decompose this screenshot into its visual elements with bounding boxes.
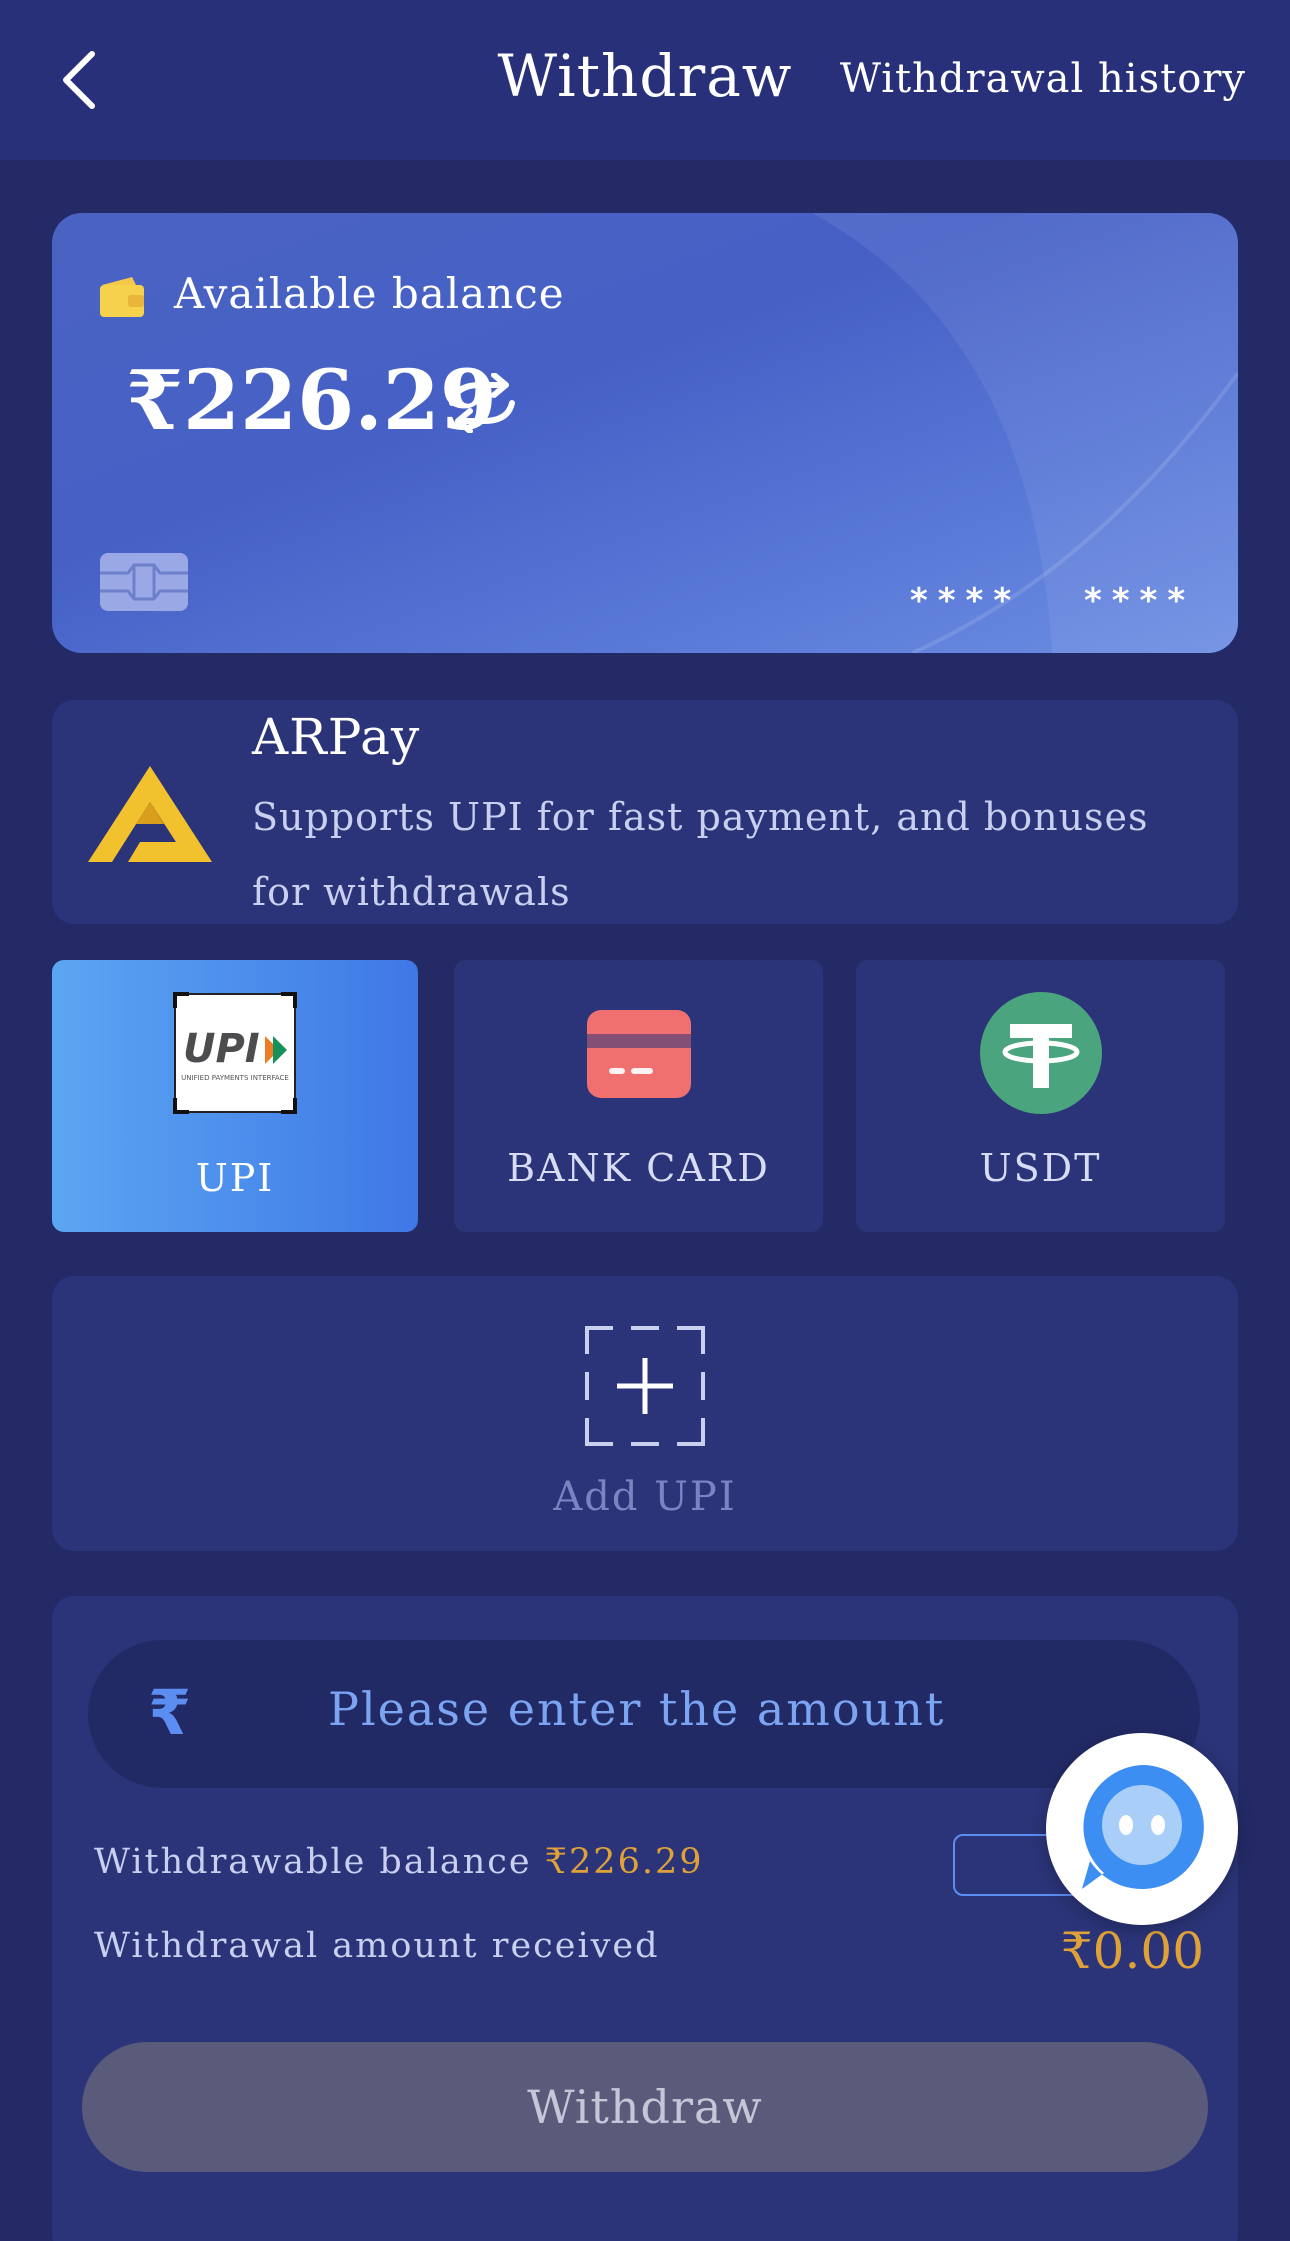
add-icon (585, 1326, 705, 1446)
method-tab-bank-card[interactable]: BANK CARD (454, 960, 823, 1232)
received-amount-value: ₹0.00 (1060, 1922, 1204, 1980)
masked-card-number: **** (910, 581, 1022, 621)
method-tab-upi[interactable]: UPI UNIFIED PAYMENTS INTERFACE UPI (52, 960, 418, 1232)
method-label-bank-card: BANK CARD (507, 1146, 770, 1190)
usdt-icon (979, 992, 1102, 1114)
add-upi-label: Add UPI (553, 1474, 737, 1520)
method-label-upi: UPI (195, 1156, 275, 1200)
method-label-usdt: USDT (979, 1146, 1102, 1190)
customer-service-button[interactable] (1046, 1733, 1238, 1925)
add-upi-button[interactable]: Add UPI (52, 1276, 1238, 1551)
top-bar: Withdraw Withdrawal history (0, 0, 1290, 160)
rupee-icon: ₹ (148, 1676, 192, 1749)
withdraw-submit-button[interactable]: Withdraw (82, 2042, 1208, 2172)
upi-logo-icon: UPI UNIFIED PAYMENTS INTERFACE (173, 992, 297, 1114)
upi-logo-text: UPI (183, 1026, 260, 1072)
card-chip-icon (100, 553, 188, 611)
bank-card-icon (586, 1010, 691, 1098)
arpay-banner[interactable]: ARPay Supports UPI for fast payment, and… (52, 700, 1238, 924)
arpay-title: ARPay (252, 708, 421, 766)
amount-input[interactable]: ₹ Please enter the amount (88, 1640, 1200, 1788)
withdrawal-history-link[interactable]: Withdrawal history (840, 56, 1246, 102)
upi-logo-subtext: UNIFIED PAYMENTS INTERFACE (181, 1074, 289, 1082)
arpay-description: Supports UPI for fast payment, and bonus… (252, 795, 1149, 914)
method-tab-usdt[interactable]: USDT (856, 960, 1225, 1232)
balance-card: Available balance ₹226.29 **** **** (52, 213, 1238, 653)
arpay-logo-icon (88, 766, 212, 862)
withdrawable-balance-row: Withdrawable balance ₹226.29 (94, 1842, 704, 1882)
available-balance-label: Available balance (174, 269, 565, 318)
wallet-icon (100, 277, 144, 317)
received-amount-label: Withdrawal amount received (94, 1926, 660, 1966)
masked-card-number: **** (1084, 581, 1196, 621)
withdrawable-balance-value: ₹226.29 (544, 1842, 704, 1882)
amount-placeholder: Please enter the amount (328, 1682, 946, 1736)
withdrawable-balance-label: Withdrawable balance (94, 1842, 532, 1882)
chat-bot-icon (1082, 1765, 1204, 1889)
refresh-icon[interactable] (442, 373, 522, 433)
